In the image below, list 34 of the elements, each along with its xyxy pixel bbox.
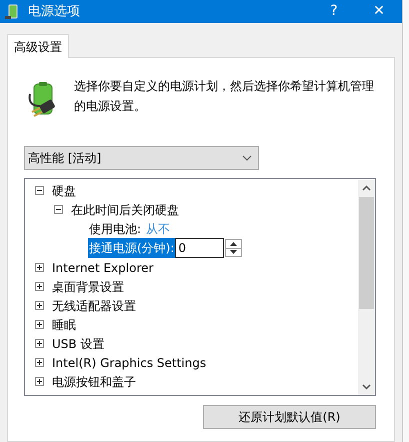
expand-icon[interactable] (35, 358, 44, 367)
scrollbar[interactable] (358, 180, 375, 395)
tree-item[interactable]: USB 设置 (52, 334, 104, 352)
expand-icon[interactable] (35, 301, 44, 310)
close-button[interactable]: ✕ (356, 0, 402, 23)
description-text: 选择你要自定义的电源计划，然后选择你希望计算机管理的电源设置。 (74, 78, 374, 115)
restore-defaults-button[interactable]: 还原计划默认值(R) (203, 405, 376, 429)
window-title: 电源选项 (28, 2, 80, 21)
expand-icon[interactable] (35, 339, 44, 348)
expand-icon[interactable] (35, 320, 44, 329)
tree-item[interactable]: Internet Explorer (52, 258, 154, 276)
tree-item[interactable]: 无线适配器设置 (52, 296, 136, 314)
scroll-thumb[interactable] (359, 197, 374, 309)
expand-icon[interactable] (35, 263, 44, 272)
help-button[interactable]: ? (312, 0, 356, 23)
tree-item[interactable]: 桌面背景设置 (52, 278, 124, 296)
expand-icon[interactable] (35, 282, 44, 291)
tab[interactable]: 高级设置 (7, 34, 69, 58)
number-field[interactable]: 0 (175, 238, 224, 258)
down-arrow-icon[interactable] (226, 248, 242, 256)
number-spinner[interactable]: 0 (175, 238, 242, 258)
tree-item[interactable]: 电源按钮和盖子 (52, 372, 136, 390)
collapse-icon[interactable] (54, 205, 63, 214)
setting-label[interactable]: 使用电池: (88, 218, 142, 238)
plan-dropdown[interactable]: 高性能 [活动] (24, 146, 259, 170)
tree-item[interactable]: 睡眠 (52, 316, 76, 334)
tree-item[interactable]: 在此时间后关闭硬盘 (71, 200, 179, 218)
tree-item[interactable]: 硬盘 (52, 182, 76, 200)
battery-plug-icon (4, 4, 20, 20)
tree-item[interactable]: Intel(R) Graphics Settings (52, 354, 206, 372)
setting-label[interactable]: 接通电源(分钟): (88, 238, 176, 258)
expand-icon[interactable] (35, 377, 44, 386)
collapse-icon[interactable] (35, 186, 44, 195)
chevron-down-icon (242, 155, 252, 161)
